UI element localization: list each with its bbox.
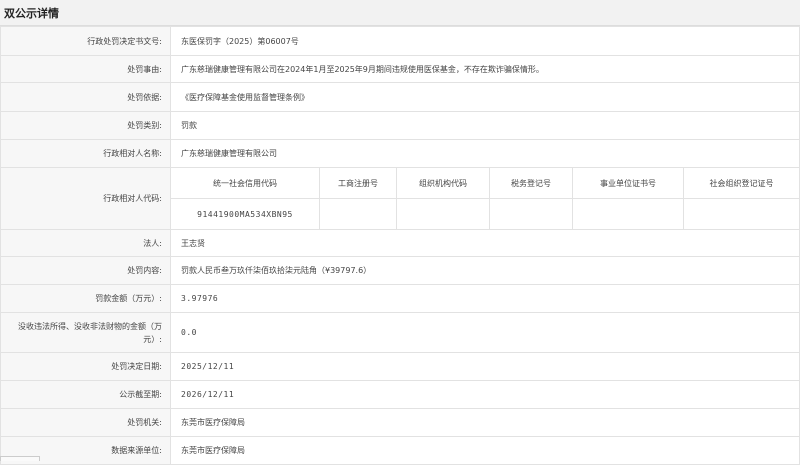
code-value-credit-code: 91441900MA534XBN95 <box>171 198 320 229</box>
table-row-party-code: 行政相对人代码: 统一社会信用代码 工商注册号 组织机构代码 税务登记号 事业单… <box>0 167 800 230</box>
table-row-penalty-content: 处罚内容: 罚款人民币叁万玖仟柒佰玖拾柒元陆角（¥39797.6） <box>0 256 800 285</box>
value-basis: 《医疗保障基金使用监督管理条例》 <box>170 82 800 112</box>
code-value-business-reg <box>319 198 397 229</box>
code-table-header-row: 统一社会信用代码 工商注册号 组织机构代码 税务登记号 事业单位证书号 社会组织… <box>171 168 799 199</box>
value-data-source: 东莞市医疗保障局 <box>170 436 800 465</box>
code-header-credit-code: 统一社会信用代码 <box>171 168 320 199</box>
code-value-tax-reg <box>489 198 573 229</box>
code-table-value-row: 91441900MA534XBN95 <box>171 198 800 230</box>
value-category: 罚款 <box>170 111 800 140</box>
table-row-publicity-deadline: 公示截至期: 2026/12/11 <box>0 380 800 409</box>
value-decision-date: 2025/12/11 <box>170 352 800 381</box>
table-row-fine-amount: 罚款金额（万元）: 3.97976 <box>0 284 800 313</box>
table-row-reason: 处罚事由: 广东慈瑞健康管理有限公司在2024年1月至2025年9月期间违规使用… <box>0 55 800 83</box>
table-row-basis: 处罚依据: 《医疗保障基金使用监督管理条例》 <box>0 82 800 112</box>
table-row-document-number: 行政处罚决定书文号: 东医保罚字（2025）第06007号 <box>0 26 800 56</box>
table-row-party-name: 行政相对人名称: 广东慈瑞健康管理有限公司 <box>0 139 800 168</box>
value-authority: 东莞市医疗保障局 <box>170 408 800 437</box>
page-title-text: 双公示详情 <box>4 6 59 20</box>
label-party-name: 行政相对人名称: <box>0 139 171 168</box>
bottom-scroll-stub <box>0 456 40 461</box>
value-legal-person: 王志贤 <box>170 229 800 257</box>
value-reason: 广东慈瑞健康管理有限公司在2024年1月至2025年9月期间违规使用医保基金，不… <box>170 55 800 83</box>
code-value-social-org-cert <box>684 199 800 230</box>
table-row-category: 处罚类别: 罚款 <box>0 111 800 140</box>
code-header-org-code: 组织机构代码 <box>396 168 490 199</box>
value-publicity-deadline: 2026/12/11 <box>170 380 800 409</box>
label-category: 处罚类别: <box>0 111 171 140</box>
label-fine-amount: 罚款金额（万元）: <box>0 284 171 313</box>
label-legal-person: 法人: <box>0 229 171 257</box>
table-row-legal-person: 法人: 王志贤 <box>0 229 800 257</box>
code-table-cell: 统一社会信用代码 工商注册号 组织机构代码 税务登记号 事业单位证书号 社会组织… <box>170 167 800 230</box>
label-document-number: 行政处罚决定书文号: <box>0 26 171 56</box>
value-document-number: 东医保罚字（2025）第06007号 <box>170 26 800 56</box>
code-header-business-reg: 工商注册号 <box>319 168 397 199</box>
code-header-institution-cert: 事业单位证书号 <box>572 168 684 199</box>
label-confiscation-amount: 没收违法所得、没收非法财物的金额（万元）: <box>0 312 171 353</box>
code-value-institution-cert <box>572 198 684 229</box>
table-row-authority: 处罚机关: 东莞市医疗保障局 <box>0 408 800 437</box>
code-value-org-code <box>396 198 490 229</box>
label-decision-date: 处罚决定日期: <box>0 352 171 381</box>
label-confiscation-amount-text: 没收违法所得、没收非法财物的金额（万元）: <box>18 321 162 344</box>
code-header-tax-reg: 税务登记号 <box>489 168 573 199</box>
code-header-social-org-cert: 社会组织登记证号 <box>683 168 799 199</box>
table-row-data-source: 数据来源单位: 东莞市医疗保障局 <box>0 436 800 465</box>
value-penalty-content: 罚款人民币叁万玖仟柒佰玖拾柒元陆角（¥39797.6） <box>170 256 800 285</box>
value-confiscation-amount: 0.0 <box>170 312 800 353</box>
value-party-name: 广东慈瑞健康管理有限公司 <box>170 139 800 168</box>
code-table: 统一社会信用代码 工商注册号 组织机构代码 税务登记号 事业单位证书号 社会组织… <box>171 168 799 229</box>
label-publicity-deadline: 公示截至期: <box>0 380 171 409</box>
page-title: 双公示详情 <box>0 0 800 26</box>
value-fine-amount: 3.97976 <box>170 284 800 313</box>
table-row-decision-date: 处罚决定日期: 2025/12/11 <box>0 352 800 381</box>
detail-table: 行政处罚决定书文号: 东医保罚字（2025）第06007号 处罚事由: 广东慈瑞… <box>0 26 800 465</box>
label-basis: 处罚依据: <box>0 82 171 112</box>
label-penalty-content: 处罚内容: <box>0 256 171 285</box>
table-row-confiscation-amount: 没收违法所得、没收非法财物的金额（万元）: 0.0 <box>0 312 800 353</box>
label-party-code: 行政相对人代码: <box>0 167 171 230</box>
label-authority: 处罚机关: <box>0 408 171 437</box>
label-reason: 处罚事由: <box>0 55 171 83</box>
